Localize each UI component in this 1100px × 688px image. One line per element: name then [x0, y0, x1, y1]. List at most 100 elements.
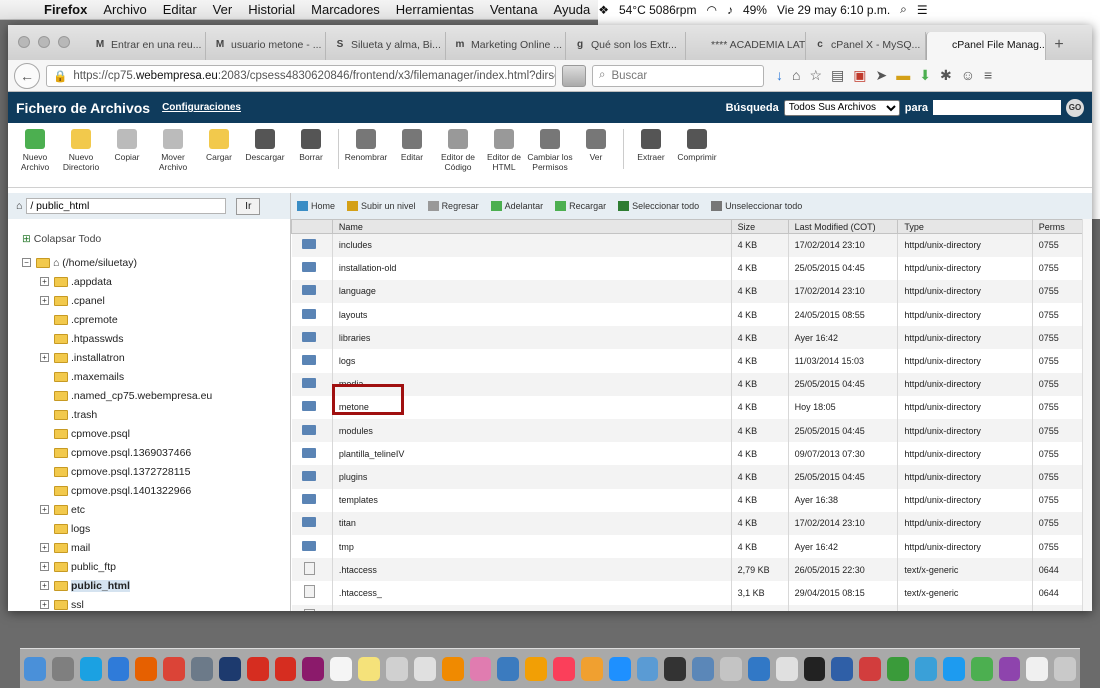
cell-name[interactable]: .htaccess_	[331, 581, 732, 605]
table-row[interactable]: media 4 KB 25/05/2015 04:45 httpd/unix-dire…	[291, 372, 1091, 396]
browser-tab[interactable]: S Silueta y alma, Bi...	[326, 32, 446, 60]
dock-app-icon[interactable]	[24, 656, 46, 681]
dock-app-icon[interactable]	[191, 656, 213, 681]
tree-item[interactable]: + mail	[22, 538, 290, 557]
dock-app-icon[interactable]	[887, 656, 909, 681]
tree-item[interactable]: + .appdata	[22, 272, 290, 291]
tree-item[interactable]: + public_html	[22, 576, 290, 595]
addon2-icon[interactable]: ▬	[896, 67, 910, 84]
dock-app-icon[interactable]	[720, 656, 742, 681]
cell-name[interactable]: titan	[331, 511, 732, 535]
volume-icon[interactable]: ♪	[727, 3, 733, 17]
browser-tab[interactable]: m Marketing Online ...	[446, 32, 566, 60]
tree-item[interactable]: logs	[22, 519, 290, 538]
battery-readout[interactable]: 49%	[743, 3, 767, 17]
cell-name[interactable]: modules	[331, 419, 732, 443]
column-header-type[interactable]: Type	[897, 219, 1033, 234]
dock-app-icon[interactable]	[608, 656, 631, 681]
toolbar-button-extract[interactable]: Extraer	[628, 129, 674, 187]
tree-expand-icon[interactable]: +	[40, 600, 49, 609]
bookmark-star-icon[interactable]: ☆	[809, 67, 822, 84]
tree-item[interactable]: cpmove.psql.1372728115	[22, 462, 290, 481]
tree-item[interactable]: cpmove.psql	[22, 424, 290, 443]
tree-expand-icon[interactable]: +	[40, 505, 49, 514]
wifi-icon[interactable]: ◠	[706, 3, 716, 17]
table-row[interactable]: language 4 KB 17/02/2014 23:10 httpd/unix-d…	[291, 279, 1091, 304]
addon4-icon[interactable]: ✱	[940, 67, 952, 84]
action-up-level[interactable]: Subir un nivel	[347, 201, 416, 211]
dock-app-icon[interactable]	[553, 656, 575, 681]
menu-item-marcadores[interactable]: Marcadores	[303, 2, 388, 17]
toolbar-button-edit[interactable]: Editar	[389, 129, 435, 187]
menu-item-editar[interactable]: Editar	[155, 2, 205, 17]
toolbar-button-download[interactable]: Descargar	[242, 129, 288, 187]
table-row[interactable]: templates 4 KB Ayer 16:38 httpd/unix-direct…	[292, 488, 1091, 512]
go-button[interactable]: GO	[1066, 98, 1084, 117]
dock-app-icon[interactable]	[274, 656, 297, 681]
cell-name[interactable]: templates	[331, 488, 732, 512]
tree-root[interactable]: − ⌂ (/home/siluetay)	[22, 253, 290, 272]
table-row[interactable]: installation-old 4 KB 25/05/2015 04:45 http…	[292, 256, 1091, 280]
action-forward[interactable]: Adelantar	[490, 201, 543, 211]
action-reload[interactable]: Recargar	[555, 201, 606, 211]
browser-tab[interactable]: c cPanel X - MySQ...	[806, 32, 926, 60]
dock-app-icon[interactable]	[915, 656, 937, 681]
action-back[interactable]: Regresar	[427, 201, 479, 211]
tree-expand-icon[interactable]: +	[40, 562, 49, 571]
cell-name[interactable]: tmp	[331, 534, 732, 559]
column-header-size[interactable]: Size	[730, 219, 789, 234]
toolbar-button-delete[interactable]: Borrar	[288, 129, 334, 187]
table-row[interactable]: plantilla_telineIV 4 KB 09/07/2013 07:30 ht…	[292, 442, 1091, 466]
dock-app-icon[interactable]	[413, 656, 436, 681]
toolbar-button-new-file[interactable]: Nuevo Archivo	[12, 129, 58, 187]
cell-name[interactable]: plugins	[331, 465, 732, 489]
cell-name[interactable]: includes	[331, 233, 732, 257]
dock-app-icon[interactable]	[246, 656, 269, 681]
table-row[interactable]: logs 4 KB 11/03/2014 15:03 httpd/unix-direc…	[292, 349, 1091, 373]
download-arrow-icon[interactable]: ↓	[776, 67, 783, 84]
table-row[interactable]: modules 4 KB 25/05/2015 04:45 httpd/unix-di…	[291, 419, 1091, 443]
search-scope-select[interactable]: Todos Sus Archivos	[783, 99, 900, 116]
addon3-icon[interactable]: ⬇	[919, 67, 931, 84]
tree-item[interactable]: + public_ftp	[22, 557, 290, 576]
dock-app-icon[interactable]	[831, 656, 854, 681]
reader-icon[interactable]	[562, 64, 586, 87]
home-icon[interactable]: ⌂	[792, 67, 800, 84]
menu-item-archivo[interactable]: Archivo	[95, 2, 154, 17]
tree-item[interactable]: .named_cp75.webempresa.eu	[22, 386, 290, 405]
dock-app-icon[interactable]	[385, 656, 408, 681]
dock-app-icon[interactable]	[135, 656, 158, 681]
tree-item[interactable]: .cpremote	[22, 310, 290, 329]
tree-item[interactable]: cpmove.psql.1369037466	[22, 443, 290, 462]
toolbar-button-copy[interactable]: Copiar	[104, 129, 150, 187]
tree-expand-icon[interactable]: −	[22, 258, 31, 267]
column-header-last[interactable]: Last Modified (COT)	[787, 219, 899, 234]
path-go-button[interactable]: Ir	[236, 197, 261, 215]
tree-item[interactable]: .maxemails	[22, 367, 290, 386]
toolbar-button-new-folder[interactable]: Nuevo Directorio	[58, 129, 104, 187]
cell-name[interactable]: logs	[331, 349, 732, 373]
browser-tab[interactable]: g Qué son los Extr...	[566, 32, 686, 60]
menu-item-historial[interactable]: Historial	[240, 2, 303, 17]
dock-app-icon[interactable]	[747, 656, 770, 681]
tree-expand-icon[interactable]: +	[40, 296, 49, 305]
addon-icon[interactable]: ▣	[853, 67, 866, 84]
clock[interactable]: Vie 29 may 6:10 p.m.	[777, 3, 890, 17]
action-home[interactable]: Home	[297, 201, 335, 211]
toolbar-button-code-editor[interactable]: Editor de Código	[435, 129, 481, 187]
toolbar-button-upload[interactable]: Cargar	[196, 129, 242, 187]
cell-name[interactable]: plantilla_telineIV	[331, 442, 732, 466]
settings-link[interactable]: Configuraciones	[162, 102, 241, 113]
dock-app-icon[interactable]	[330, 656, 353, 681]
table-row[interactable]: plugins 4 KB 25/05/2015 04:45 httpd/unix-di…	[291, 465, 1091, 489]
toolbar-button-permissions[interactable]: Cambiar los Permisos	[527, 129, 573, 187]
dropbox-icon[interactable]: ❖	[598, 3, 609, 17]
menu-item-ver[interactable]: Ver	[205, 2, 241, 17]
menu-item-ayuda[interactable]: Ayuda	[546, 2, 599, 17]
hamburger-menu-icon[interactable]: ≡	[984, 67, 992, 84]
tree-item[interactable]: + etc	[22, 500, 290, 519]
dock-app-icon[interactable]	[525, 656, 548, 681]
menu-list-icon[interactable]: ☰	[917, 3, 928, 17]
dock-app-icon[interactable]	[775, 656, 798, 681]
tree-expand-icon[interactable]: +	[40, 277, 49, 286]
